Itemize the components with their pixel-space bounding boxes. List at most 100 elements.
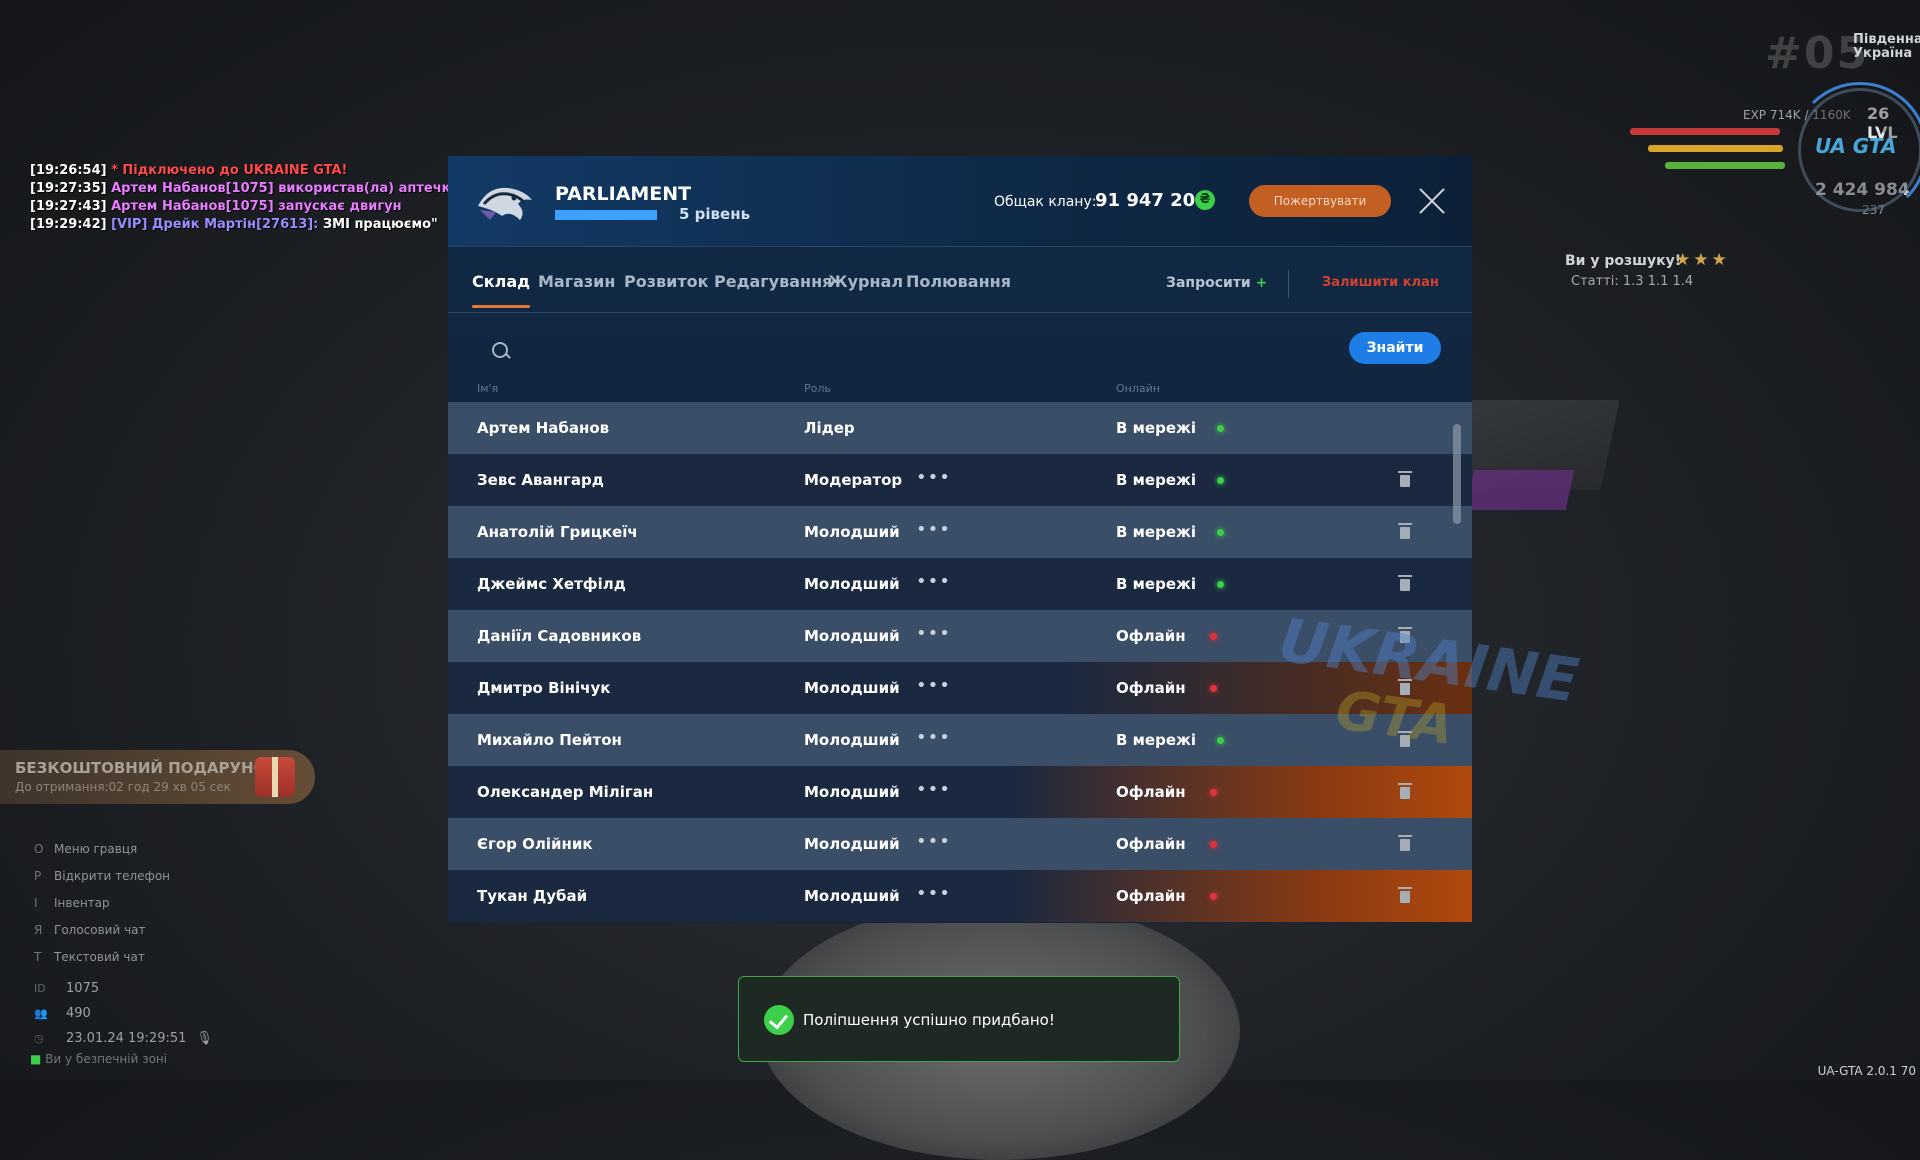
keybind-row: O Меню гравця xyxy=(34,836,170,863)
tab-5[interactable]: Журнал xyxy=(828,272,903,291)
chat-message: Артем Набанов[1075] використав(ла) аптеч… xyxy=(106,181,459,196)
donate-button[interactable]: Пожертвувати xyxy=(1249,185,1391,217)
free-gift-banner[interactable]: БЕЗКОШТОВНИЙ ПОДАРУНОК До отримання:02 г… xyxy=(0,750,315,804)
invite-button[interactable]: Запросити + xyxy=(1166,275,1267,291)
wanted-label: Ви у розшуку! xyxy=(1565,253,1682,269)
tab-2[interactable]: Магазин xyxy=(538,272,615,291)
close-icon[interactable] xyxy=(1417,186,1447,216)
online-indicator xyxy=(1217,477,1224,484)
more-options-icon[interactable]: ••• xyxy=(916,883,951,904)
wanted-articles: Статті: 1.3 1.1 1.4 xyxy=(1571,274,1694,289)
trash-icon[interactable] xyxy=(1398,783,1412,799)
keybind-key: P xyxy=(34,869,42,883)
member-role: Молодший xyxy=(804,835,900,853)
online-indicator xyxy=(1217,581,1224,588)
trash-icon[interactable] xyxy=(1398,835,1412,851)
member-status: В мережі xyxy=(1116,523,1197,541)
member-row[interactable]: Зевс Авангард Модератор ••• В мережі xyxy=(448,454,1472,506)
more-options-icon[interactable]: ••• xyxy=(916,571,951,592)
keybind-row: T Текстовий чат xyxy=(34,944,170,971)
minimap-logo: UA GTA xyxy=(1815,134,1897,158)
hryvnia-coin-icon: ₴ xyxy=(1195,190,1215,210)
column-header-online: Онлайн xyxy=(1116,382,1160,395)
safe-zone-text: Ви у безпечній зоні xyxy=(45,1052,168,1066)
shield-icon: ■ xyxy=(30,1052,46,1066)
member-name: Артем Набанов xyxy=(477,419,610,437)
member-row[interactable]: Олександер Міліган Молодший ••• Офлайн xyxy=(448,766,1472,818)
member-role: Молодший xyxy=(804,783,900,801)
hud: #05 Південна Україна EXP 714K / 1160K 26… xyxy=(1480,0,1920,320)
plus-icon: + xyxy=(1255,275,1268,291)
gift-icon xyxy=(255,757,295,797)
member-row[interactable]: Джеймс Хетфілд Молодший ••• В мережі xyxy=(448,558,1472,610)
more-options-icon[interactable]: ••• xyxy=(916,831,951,852)
chat-line: [19:27:43] Артем Набанов[1075] запускає … xyxy=(30,198,459,216)
keybind-label: Відкрити телефон xyxy=(54,869,171,883)
more-options-icon[interactable]: ••• xyxy=(916,727,951,748)
keybind-key: T xyxy=(34,950,42,964)
trash-icon[interactable] xyxy=(1398,887,1412,903)
find-button[interactable]: Знайти xyxy=(1349,332,1441,364)
more-options-icon[interactable]: ••• xyxy=(916,779,951,800)
id-label: ID xyxy=(34,982,46,995)
leave-clan-button[interactable]: Залишити клан xyxy=(1322,275,1439,290)
trash-icon[interactable] xyxy=(1398,471,1412,487)
online-row: 👥 490 xyxy=(34,1001,213,1026)
chat-message: [VIP] Дрейк Мартін[27613]: xyxy=(106,217,319,232)
success-toast: Поліпшення успішно придбано! xyxy=(738,976,1180,1062)
tab-3[interactable]: Розвиток xyxy=(624,272,708,291)
members-scrollbar[interactable] xyxy=(1453,424,1461,524)
more-options-icon[interactable]: ••• xyxy=(916,467,951,488)
member-status: В мережі xyxy=(1116,471,1197,489)
background-object-purple xyxy=(1465,470,1575,510)
chat-message: Артем Набанов[1075] запускає двигун xyxy=(106,199,402,214)
more-options-icon[interactable]: ••• xyxy=(916,675,951,696)
tab-6[interactable]: Полювання xyxy=(906,272,1011,291)
member-search-input[interactable] xyxy=(522,332,1286,366)
clan-treasury-value: 91 947 201 xyxy=(1095,190,1208,211)
offline-indicator xyxy=(1210,841,1217,848)
member-name: Михайло Пейтон xyxy=(477,731,622,749)
chat-time: [19:27:43] xyxy=(30,199,107,214)
member-row[interactable]: Артем Набанов Лідер В мережі xyxy=(448,402,1472,454)
keybind-key: I xyxy=(34,896,38,910)
chat-time: [19:27:35] xyxy=(30,181,107,196)
trash-icon[interactable] xyxy=(1398,575,1412,591)
column-header-name: Ім'я xyxy=(477,382,499,395)
member-role: Молодший xyxy=(804,523,900,541)
offline-indicator xyxy=(1210,633,1217,640)
member-role: Молодший xyxy=(804,679,900,697)
gift-title: БЕЗКОШТОВНИЙ ПОДАРУНОК xyxy=(15,759,279,777)
member-row[interactable]: Єгор Олійник Молодший ••• Офлайн xyxy=(448,818,1472,870)
member-row[interactable]: Анатолій Грицкеїч Молодший ••• В мережі xyxy=(448,506,1472,558)
member-name: Джеймс Хетфілд xyxy=(477,575,626,593)
trash-icon[interactable] xyxy=(1398,523,1412,539)
region-line-2: Україна xyxy=(1853,46,1913,61)
microphone-icon: 🎙 xyxy=(196,1031,213,1046)
invite-label: Запросити xyxy=(1166,275,1251,291)
member-row[interactable]: Михайло Пейтон Молодший ••• В мережі xyxy=(448,714,1472,766)
member-role: Лідер xyxy=(804,419,855,437)
keybind-label: Голосовий чат xyxy=(54,923,146,937)
checkmark-icon xyxy=(764,1005,794,1035)
offline-indicator xyxy=(1210,685,1217,692)
online-count: 490 xyxy=(66,1006,91,1021)
player-stats: ID 1075 👥 490 ◷ 23.01.24 19:29:51 🎙 xyxy=(34,976,213,1051)
keybind-help: O Меню гравця P Відкрити телефон I Інвентар Я Г… xyxy=(34,836,170,971)
tab-4[interactable]: Редагування xyxy=(714,272,832,291)
tabs-divider xyxy=(1288,270,1289,298)
member-row[interactable]: Тукан Дубай Молодший ••• Офлайн xyxy=(448,870,1472,922)
online-indicator xyxy=(1217,737,1224,744)
chat-time: [19:26:54] xyxy=(30,163,107,178)
member-status: Офлайн xyxy=(1116,783,1186,801)
more-options-icon[interactable]: ••• xyxy=(916,519,951,540)
more-options-icon[interactable]: ••• xyxy=(916,623,951,644)
member-status: Офлайн xyxy=(1116,627,1186,645)
clan-level-bar xyxy=(555,210,657,220)
chat-line: [19:26:54] * Підключено до UKRAINE GTA! xyxy=(30,162,459,180)
clan-header: PARLIAMENT 5 рівень Общак клану: 91 947 … xyxy=(448,156,1472,247)
safe-zone-status: ■ Ви у безпечній зоні xyxy=(30,1052,167,1066)
clan-name: PARLIAMENT xyxy=(555,183,692,205)
version-text: UA-GTA 2.0.1 70 xyxy=(1817,1064,1916,1078)
tab-1[interactable]: Склад xyxy=(472,272,531,308)
